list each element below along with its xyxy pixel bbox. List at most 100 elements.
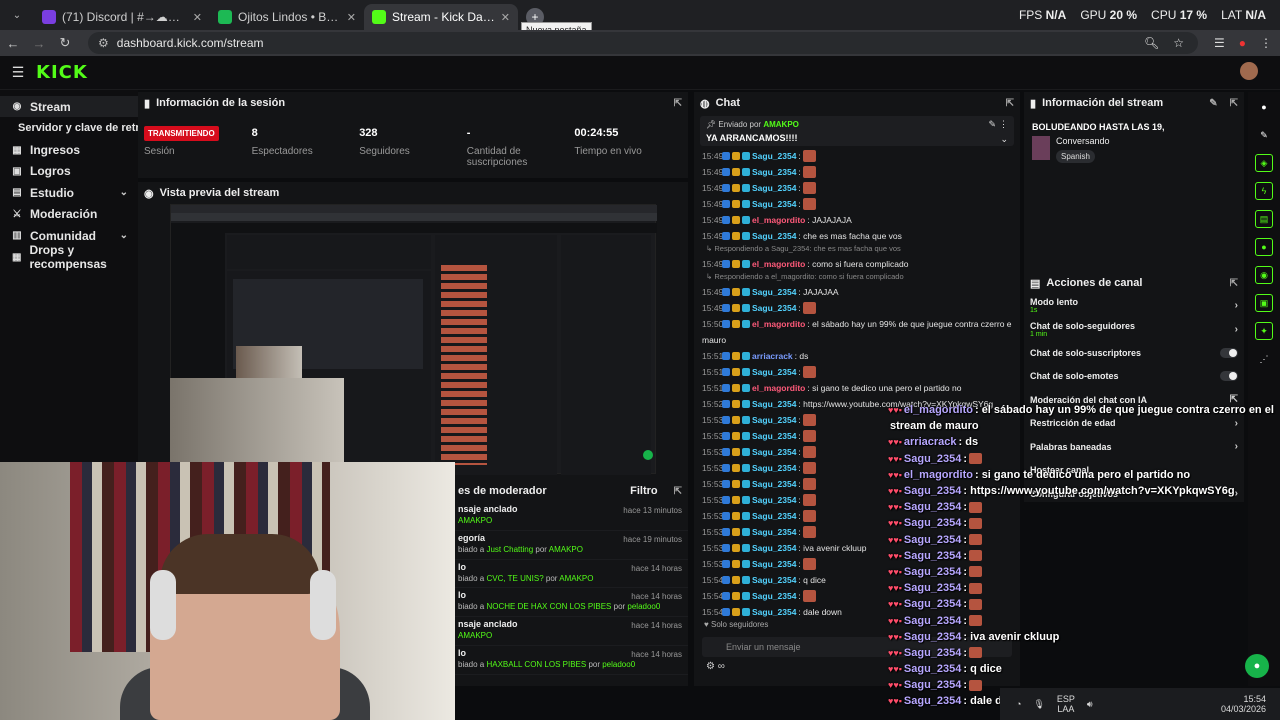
mic-icon[interactable]: 🎙︎ (1033, 699, 1044, 710)
edit-icon[interactable]: ✎ (1209, 98, 1217, 109)
chat-input[interactable]: Enviar un mensaje (702, 637, 1012, 657)
channel-action-item[interactable]: Moderación del chat con IA ⇱ (1024, 388, 1244, 412)
sidebar-item-ingresos[interactable]: ▦ Ingresos (0, 139, 138, 160)
chat-settings-icon[interactable]: ⚙ ∞ (694, 661, 1020, 672)
url-field[interactable]: ⚙ dashboard.kick.com/stream 🔍︎ ☆ (88, 32, 1198, 54)
badge-icon (732, 464, 740, 472)
browser-icon[interactable]: ▣ (1255, 294, 1273, 312)
expand-icon[interactable]: ⇱ (1230, 278, 1238, 289)
webcam-overlay (0, 462, 455, 720)
badge-icon (722, 200, 730, 208)
share-icon[interactable]: ⋰ (1255, 350, 1273, 368)
sidebar-item-drops[interactable]: ▦ Drops y recompensas (0, 243, 138, 271)
focus-icon[interactable]: ◈ (1255, 154, 1273, 172)
chat-message: 15:53 Sagu_2354: iva avenir ckluup (702, 543, 867, 553)
emote-icon (802, 494, 816, 506)
badge-icon (742, 352, 750, 360)
badge-icon (722, 260, 730, 268)
channel-action-item[interactable]: Palabras baneadas › (1024, 435, 1244, 459)
chat-icon: ◍ (700, 97, 710, 110)
filter-button[interactable]: Filtro (630, 485, 658, 497)
pinned-message[interactable]: 📌︎ Enviado por AMAKPO YA ARRANCAMOS!!!! … (700, 116, 1014, 146)
clipboard-icon[interactable]: ▤ (1255, 210, 1273, 228)
chat-message: 15:49 Sagu_2354: (702, 164, 1012, 180)
channel-action-item[interactable]: Chat de solo-suscriptores (1024, 341, 1244, 365)
extension-icon[interactable]: ● (1239, 36, 1246, 50)
community-icon: ▥ (12, 230, 22, 242)
back-icon[interactable]: ← (0, 36, 26, 51)
emote-icon (802, 166, 816, 178)
toggle-switch[interactable] (1220, 347, 1238, 358)
browser-tab[interactable]: Stream - Kick Dashboard✕ (364, 4, 518, 30)
clock-date: 04/03/2026 (1220, 704, 1266, 714)
badge-icon (722, 576, 730, 584)
pin-marker-icon: 📌︎ (706, 120, 717, 129)
chat-bubble-icon[interactable]: ● (1255, 238, 1273, 256)
badge-icon (732, 368, 740, 376)
reload-icon[interactable]: ↻ (52, 35, 78, 51)
emote-icon (802, 302, 816, 314)
badge-icon (732, 384, 740, 392)
badge-icon (722, 464, 730, 472)
wrench-icon[interactable]: ✦ (1255, 322, 1273, 340)
tab-favicon-icon (372, 10, 386, 24)
site-info-icon[interactable]: ⚙ (98, 36, 109, 50)
badge-icon (722, 168, 730, 176)
bookmark-star-icon[interactable]: ☆ (1173, 36, 1184, 50)
wifi-icon[interactable]: ◔ (1016, 699, 1021, 709)
menu-icon[interactable]: ☰ (0, 64, 36, 81)
close-icon[interactable]: ✕ (501, 11, 510, 24)
close-icon[interactable]: ✕ (193, 11, 202, 24)
expand-icon[interactable]: ⇱ (1006, 98, 1014, 109)
toggle-switch[interactable] (1220, 371, 1238, 382)
info-icon[interactable]: ● (1255, 98, 1273, 116)
tab-search-icon[interactable]: ⌄ (6, 4, 28, 26)
expand-icon[interactable]: ⇱ (674, 98, 682, 109)
channel-action-item[interactable]: Hostear canal (1024, 459, 1244, 483)
address-bar-row: ← → ↻ ⚙ dashboard.kick.com/stream 🔍︎ ☆ ☰… (0, 30, 1280, 56)
broadcast-icon[interactable]: ◉ (1255, 266, 1273, 284)
support-chat-icon[interactable]: ● (1245, 654, 1269, 678)
session-info-panel: ▮ Información de la sesión ⇱ TRANSMITIENDO… (138, 92, 688, 178)
sidebar-item-stream[interactable]: ◉ Stream (0, 96, 138, 118)
chevron-down-icon[interactable]: ⌄ (1000, 134, 1008, 145)
speaker-icon[interactable]: 🔊︎ (1087, 699, 1093, 710)
browser-tab[interactable]: Ojitos Lindos • Bad Bunny,✕ (210, 4, 364, 30)
badge-icon (742, 184, 750, 192)
close-icon[interactable]: ✕ (347, 11, 356, 24)
browser-tab[interactable]: (71) Discord | #→☁Stream✕ (34, 4, 210, 30)
language-tag: Spanish (1056, 150, 1095, 163)
pencil-icon[interactable]: ✎ (1255, 126, 1273, 144)
channel-action-item[interactable]: Chat de solo-seguidores 1 min › (1024, 318, 1244, 342)
reply-context: ↳ Respondiendo a el_magordito: como si f… (706, 272, 904, 281)
badge-icon (742, 216, 750, 224)
chat-message: 15:53 Sagu_2354: (702, 508, 1012, 524)
bolt-icon[interactable]: ϟ (1255, 182, 1273, 200)
sidebar-item-stream-key[interactable]: Servidor y clave de retransmisión (0, 117, 194, 139)
expand-icon[interactable]: ⇱ (1230, 98, 1238, 109)
chat-message: 15:51 arriacrack: ds (702, 351, 809, 361)
chat-message: 15:49 el_magordito: como si fuera complic… (702, 259, 909, 269)
tab-group-icon[interactable]: ☰ (1214, 36, 1225, 50)
forward-icon[interactable]: → (26, 36, 52, 51)
chat-message: 15:53 Sagu_2354: (702, 492, 1012, 508)
avatar[interactable] (1240, 62, 1258, 80)
badge-icon (742, 416, 750, 424)
studio-icon: ▤ (12, 187, 22, 199)
expand-icon[interactable]: ⇱ (674, 486, 682, 497)
kick-logo[interactable]: KICK (36, 62, 88, 83)
channel-action-item[interactable]: Chat de solo-emotes (1024, 365, 1244, 389)
pin-icon[interactable]: ✎ (988, 119, 996, 130)
sidebar-item-estudio[interactable]: ▤ Estudio ⌄ (0, 182, 138, 203)
badge-icon (742, 320, 750, 328)
chevron-down-icon: ⌄ (119, 187, 128, 199)
browser-menu-icon[interactable]: ⋮ (1260, 36, 1272, 50)
channel-action-item[interactable]: Configurar objetivos › (1024, 482, 1244, 506)
badge-icon (722, 152, 730, 160)
sidebar-item-moderacion[interactable]: ⚔ Moderación (0, 204, 138, 225)
sidebar-item-logros[interactable]: ▣ Logros (0, 161, 138, 182)
channel-action-item[interactable]: Restricción de edad › (1024, 412, 1244, 436)
channel-action-item[interactable]: Modo lento 1s › (1024, 294, 1244, 318)
more-icon[interactable]: ⋮ (999, 119, 1008, 130)
zoom-icon[interactable]: 🔍︎ (1144, 36, 1159, 50)
